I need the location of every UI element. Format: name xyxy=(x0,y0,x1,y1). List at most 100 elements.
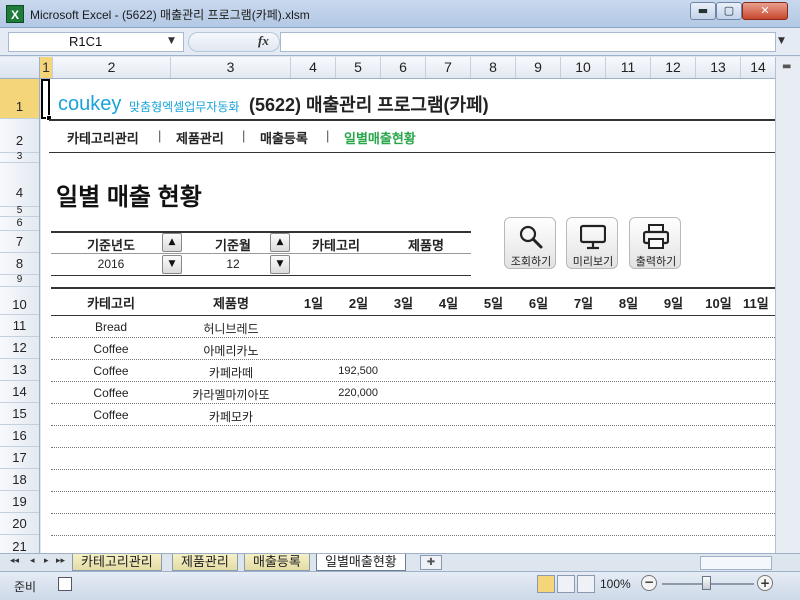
table-header-day: 10일 xyxy=(705,296,732,311)
worksheet-grid[interactable]: coukey 맞춤형엑셀업무자동화 (5622) 매출관리 프로그램(카페) 카… xyxy=(41,79,775,553)
table-row[interactable] xyxy=(51,448,775,470)
row-header-cell[interactable]: 12 xyxy=(0,337,39,359)
table-header-day: 6일 xyxy=(528,296,549,311)
month-up-button[interactable]: ▲ xyxy=(270,233,290,252)
prev-sheet-icon[interactable]: ◂ xyxy=(30,556,35,566)
row-header-cell[interactable]: 6 xyxy=(0,217,39,231)
row-header-cell[interactable]: 3 xyxy=(0,152,39,163)
row-header-cell[interactable]: 15 xyxy=(0,403,39,425)
row-header-cell[interactable]: 16 xyxy=(0,425,39,447)
name-box[interactable]: R1C1 xyxy=(8,32,184,52)
active-cell-cursor[interactable] xyxy=(41,79,50,119)
zoom-level[interactable]: 100% xyxy=(600,577,631,591)
sheet-tab-category[interactable]: 카테고리관리 xyxy=(72,554,162,571)
column-header-cell[interactable]: 11 xyxy=(606,57,651,78)
table-row[interactable] xyxy=(51,514,775,536)
page-layout-view-icon[interactable] xyxy=(557,575,575,593)
first-sheet-icon[interactable]: ◂◂ xyxy=(10,556,19,566)
sheet-tab-sales[interactable]: 매출등록 xyxy=(244,554,310,571)
column-header-cell[interactable]: 3 xyxy=(171,57,291,78)
row-header-cell[interactable]: 1 xyxy=(0,79,39,119)
zoom-out-button[interactable]: − xyxy=(641,575,657,591)
normal-view-icon[interactable] xyxy=(537,575,555,593)
month-down-button[interactable]: ▼ xyxy=(270,255,290,274)
select-all-corner[interactable] xyxy=(0,57,40,78)
column-header-cell[interactable]: 5 xyxy=(336,57,381,78)
insert-function-button[interactable]: fx xyxy=(258,33,269,49)
table-row[interactable]: Bread 허니브레드 xyxy=(51,316,775,338)
nav-category-manage[interactable]: 카테고리관리 xyxy=(67,128,139,147)
row-header-cell[interactable]: 4 xyxy=(0,163,39,207)
formula-input[interactable] xyxy=(280,32,776,52)
maximize-button[interactable]: ▢ xyxy=(716,2,742,20)
minimize-button[interactable]: ▬ xyxy=(690,2,716,20)
row-header-cell[interactable]: 20 xyxy=(0,513,39,535)
column-header: 1 2 3 4 5 6 7 8 9 10 11 12 13 14 xyxy=(0,57,775,79)
month-value[interactable]: 12 xyxy=(185,257,281,271)
year-up-button[interactable]: ▲ xyxy=(162,233,182,252)
row-header-cell[interactable]: 18 xyxy=(0,469,39,491)
print-button[interactable]: 출력하기 xyxy=(629,217,681,269)
row-header-cell[interactable]: 5 xyxy=(0,206,39,217)
row-header-cell[interactable]: 7 xyxy=(0,231,39,253)
nav-product-manage[interactable]: 제품관리 xyxy=(176,128,224,147)
page-break-view-icon[interactable] xyxy=(577,575,595,593)
column-header-cell[interactable]: 12 xyxy=(651,57,696,78)
table-row[interactable] xyxy=(51,426,775,448)
split-handle-icon[interactable]: ▬ xyxy=(782,61,794,75)
category-filter-label: 카테고리 xyxy=(312,238,360,253)
category-filter-input[interactable] xyxy=(296,255,376,273)
column-header-cell[interactable]: 4 xyxy=(291,57,336,78)
excel-app-icon[interactable]: X xyxy=(6,5,24,23)
nav-daily-sales[interactable]: 일별매출현황 xyxy=(344,128,416,147)
sheet-tab-daily[interactable]: 일별매출현황 xyxy=(316,554,406,571)
row-header-cell[interactable]: 11 xyxy=(0,315,39,337)
column-header-cell[interactable]: 1 xyxy=(40,57,53,78)
row-header-cell[interactable]: 17 xyxy=(0,447,39,469)
row-header-cell[interactable]: 19 xyxy=(0,491,39,513)
expand-formula-icon[interactable]: ▼ xyxy=(778,36,785,46)
table-row[interactable] xyxy=(51,536,775,553)
row-header-cell[interactable]: 8 xyxy=(0,253,39,275)
search-button[interactable]: 조회하기 xyxy=(504,217,556,269)
zoom-in-button[interactable]: + xyxy=(757,575,773,591)
column-header-cell[interactable]: 10 xyxy=(561,57,606,78)
cell-day2: 192,500 xyxy=(338,365,378,377)
column-header-cell[interactable]: 13 xyxy=(696,57,741,78)
table-row[interactable]: Coffee 아메리카노 xyxy=(51,338,775,360)
table-row[interactable] xyxy=(51,470,775,492)
app-title: (5622) 매출관리 프로그램(카페) xyxy=(249,95,489,115)
row-header-cell[interactable]: 21 xyxy=(0,535,39,553)
column-header-cell[interactable]: 9 xyxy=(516,57,561,78)
chevron-down-icon[interactable]: ▼ xyxy=(168,36,175,46)
row-header-cell[interactable]: 14 xyxy=(0,381,39,403)
table-row[interactable]: Coffee 카라멜마끼아또 220,000 xyxy=(51,382,775,404)
cell-product: 허니브레드 xyxy=(203,322,259,336)
column-header-cell[interactable]: 14 xyxy=(741,57,775,78)
product-filter-input[interactable] xyxy=(386,255,466,273)
table-row[interactable] xyxy=(51,492,775,514)
preview-button[interactable]: 미리보기 xyxy=(566,217,618,269)
sheet-tab-product[interactable]: 제품관리 xyxy=(172,554,238,571)
column-header-cell[interactable]: 7 xyxy=(426,57,471,78)
year-value[interactable]: 2016 xyxy=(63,257,159,271)
horizontal-scrollbar[interactable] xyxy=(700,556,772,570)
new-sheet-icon[interactable]: ✚ xyxy=(420,555,442,570)
macro-record-icon[interactable] xyxy=(58,577,72,591)
row-header-cell[interactable]: 13 xyxy=(0,359,39,381)
vertical-scrollbar[interactable]: ▬ xyxy=(775,57,800,553)
last-sheet-icon[interactable]: ▸▸ xyxy=(56,556,65,566)
zoom-slider-thumb[interactable] xyxy=(702,576,711,590)
year-down-button[interactable]: ▼ xyxy=(162,255,182,274)
row-header-cell[interactable]: 2 xyxy=(0,119,39,153)
nav-sales-entry[interactable]: 매출등록 xyxy=(260,128,308,147)
close-button[interactable]: ✕ xyxy=(742,2,788,20)
column-header-cell[interactable]: 8 xyxy=(471,57,516,78)
row-header-cell[interactable]: 9 xyxy=(0,275,39,287)
column-header-cell[interactable]: 2 xyxy=(53,57,171,78)
table-row[interactable]: Coffee 카페모카 xyxy=(51,404,775,426)
row-header-cell[interactable]: 10 xyxy=(0,287,39,315)
next-sheet-icon[interactable]: ▸ xyxy=(44,556,49,566)
table-row[interactable]: Coffee 카페라떼 192,500 xyxy=(51,360,775,382)
column-header-cell[interactable]: 6 xyxy=(381,57,426,78)
